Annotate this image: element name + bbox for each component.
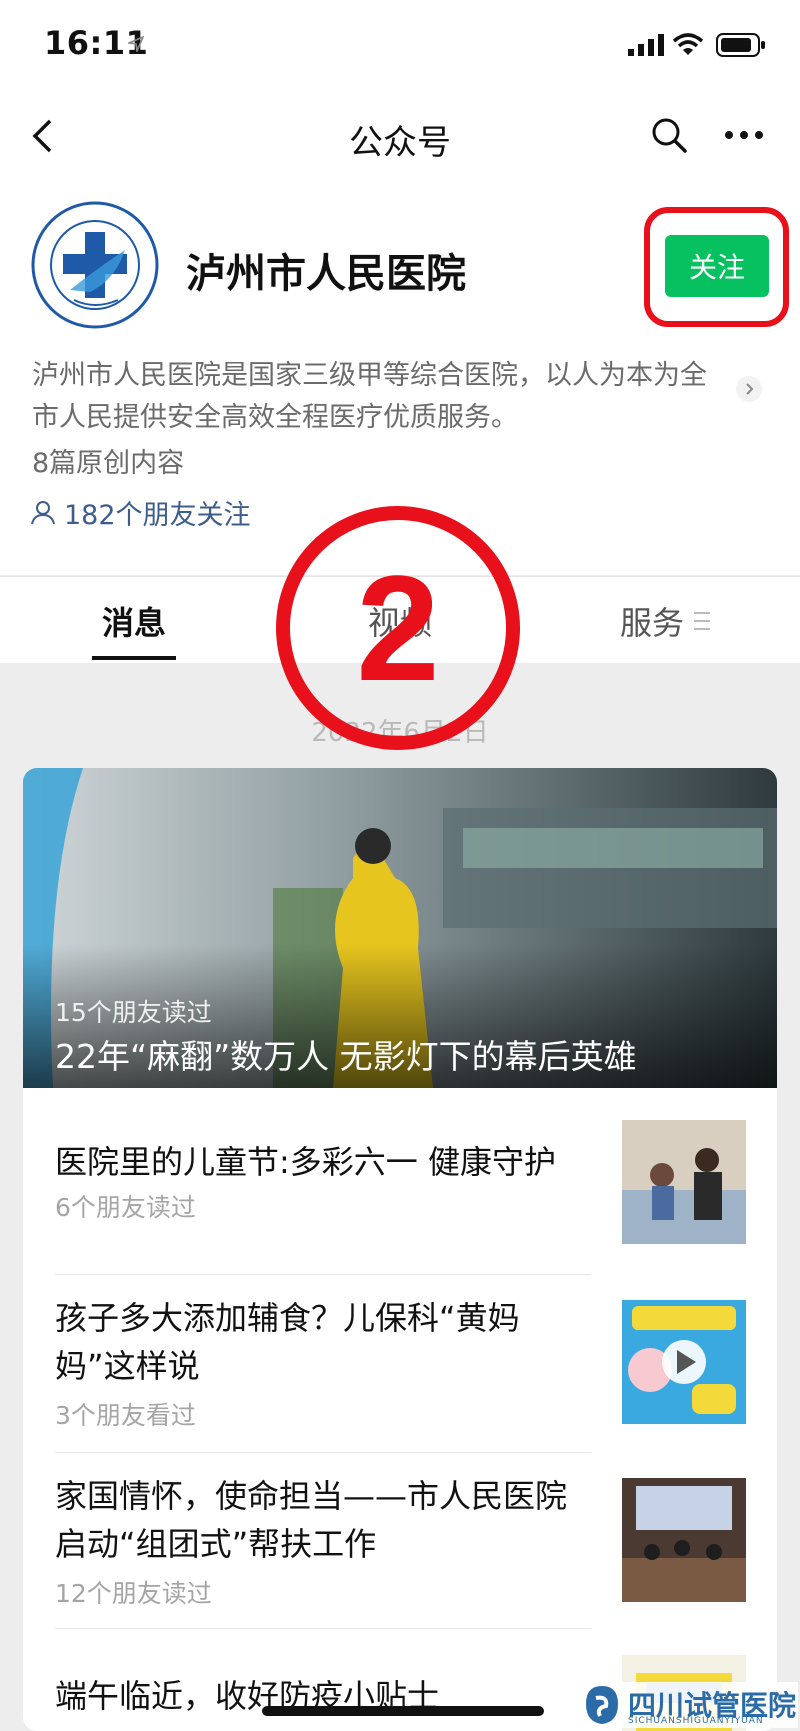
hospital-logo [31,201,159,329]
search-icon[interactable] [650,116,688,154]
article-read-count: 3个朋友看过 [55,1401,196,1430]
divider [55,1628,591,1629]
wifi-icon [672,33,704,55]
article-title[interactable]: 孩子多大添加辅食？儿保科“黄妈妈”这样说 [55,1294,595,1390]
watermark-subtext: SICHUANSHIGUANYIYUAN [628,1716,764,1726]
article-read-count: 12个朋友读过 [55,1579,212,1608]
cellular-signal-icon [628,34,664,56]
article-title[interactable]: 医院里的儿童节:多彩六一 健康守护 [55,1138,595,1186]
menu-lines-icon[interactable] [694,612,710,630]
article-title[interactable]: 家国情怀，使命担当——市人民医院启动“组团式”帮扶工作 [55,1472,595,1568]
friends-following-label: 182个朋友关注 [64,500,251,531]
divider [55,1452,591,1453]
location-arrow-icon [128,36,144,52]
tab-selected-indicator [92,656,176,660]
account-description[interactable]: 泸州市人民医院是国家三级甲等综合医院，以人为本为全市人民提供安全高效全程医疗优质… [32,355,732,439]
annotation-number-2: 2 [276,506,520,750]
meeting-photo-thumbnail[interactable] [622,1478,746,1602]
friends-following[interactable]: 182个朋友关注 [30,493,251,532]
account-name: 泸州市人民医院 [186,251,466,297]
more-options-icon[interactable] [724,130,764,140]
tab-messages[interactable]: 消息 [102,598,166,644]
hero-article-title[interactable]: 22年“麻翻”数万人 无影灯下的幕后英雄 [55,1030,637,1078]
divider [55,1274,591,1275]
follow-button[interactable]: 关注 [665,235,769,297]
watermark-logo-icon [586,1686,618,1724]
video-thumbnail[interactable] [622,1300,746,1424]
tab-services[interactable]: 服务 [620,598,684,644]
hero-read-count: 15个朋友读过 [55,998,212,1027]
person-icon [31,500,55,524]
home-indicator [262,1706,544,1716]
original-content-count[interactable]: 8篇原创内容 [32,441,184,480]
battery-icon [716,33,765,57]
article-read-count: 6个朋友读过 [55,1193,196,1222]
chevron-right-icon[interactable] [736,376,762,402]
children-photo-thumbnail[interactable] [622,1120,746,1244]
